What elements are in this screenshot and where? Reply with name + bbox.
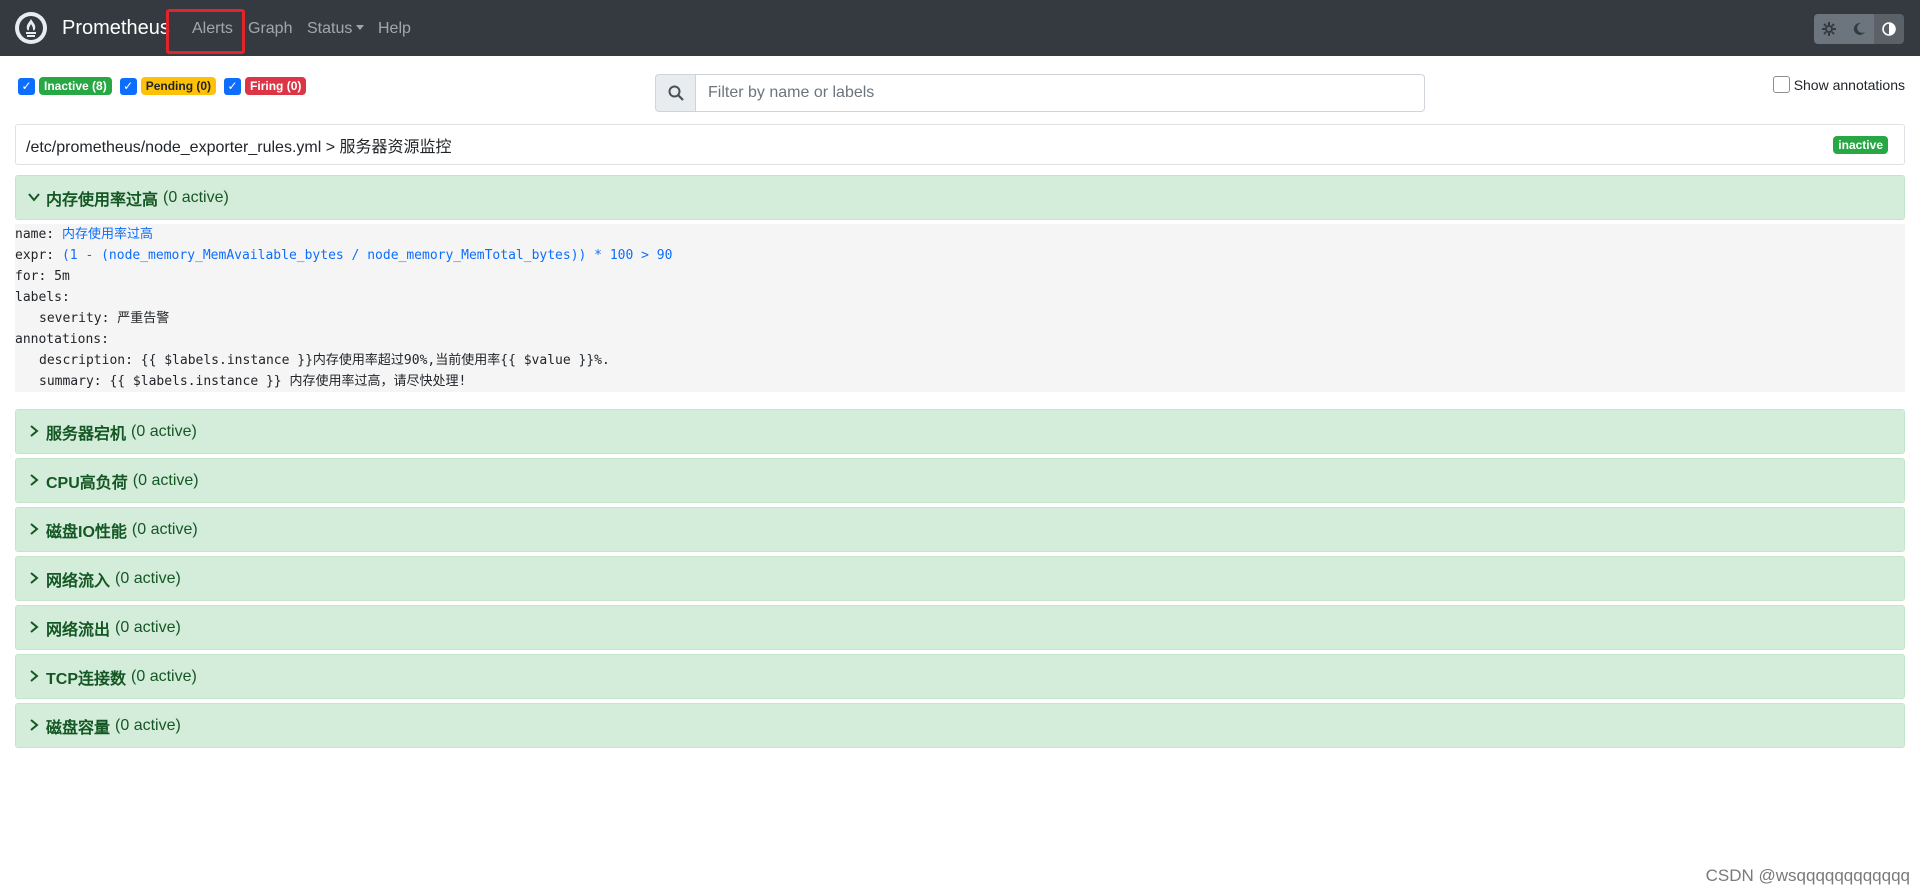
chevron-down-icon: [28, 190, 42, 206]
alert-rule-name: 磁盘容量: [46, 719, 111, 737]
alert-rule-name: 内存使用率过高: [46, 191, 159, 209]
chevron-right-icon: [28, 620, 42, 636]
gear-icon[interactable]: [1814, 14, 1844, 44]
alert-rule-count: (0 active): [115, 618, 181, 636]
rule-summary: summary: {{ $labels.instance }} 内存使用率过高，…: [39, 374, 467, 389]
show-annotations-checkbox[interactable]: [1772, 76, 1790, 93]
highlight-annotation-box: [166, 9, 245, 54]
chevron-right-icon: [28, 669, 42, 685]
rule-group-path: /etc/prometheus/node_exporter_rules.yml …: [26, 138, 452, 156]
alert-rule-row[interactable]: 网络流入 (0 active): [15, 556, 1905, 601]
alert-rule-count: (0 active): [115, 716, 181, 734]
theme-toggle-group: [1814, 14, 1904, 44]
rule-severity: severity: 严重告警: [39, 311, 170, 326]
chevron-right-icon: [28, 718, 42, 734]
alert-rule-name: 服务器宕机: [46, 425, 127, 443]
chevron-right-icon: [28, 424, 42, 440]
search-input[interactable]: [696, 74, 1425, 112]
alert-rule-row[interactable]: 网络流出 (0 active): [15, 605, 1905, 650]
rule-expr-key: expr:: [15, 248, 55, 263]
nav-graph[interactable]: Graph: [248, 18, 292, 40]
rule-group-header: /etc/prometheus/node_exporter_rules.yml …: [15, 124, 1905, 165]
rule-for: for: 5m: [15, 269, 70, 284]
search-bar: [655, 74, 1425, 112]
alert-rule-name: 网络流出: [46, 621, 111, 639]
chevron-right-icon: [28, 571, 42, 587]
pending-badge: Pending (0): [140, 77, 217, 95]
alert-rule-row[interactable]: 磁盘IO性能 (0 active): [15, 507, 1905, 552]
alert-rule-count: (0 active): [132, 471, 199, 489]
caret-down-icon: [356, 25, 365, 30]
rule-definition: name: 内存使用率过高 expr: (1 - (node_memory_Me…: [15, 224, 1905, 392]
alert-rule-row[interactable]: 服务器宕机 (0 active): [15, 409, 1905, 454]
alert-rule-count: (0 active): [131, 667, 197, 685]
show-annotations-label: Show annotations: [1793, 76, 1905, 93]
state-filter-row: ✓ Inactive (8) ✓ Pending (0) ✓ Firing (0…: [18, 77, 310, 95]
firing-checkbox[interactable]: ✓: [224, 77, 242, 95]
chevron-right-icon: [28, 522, 42, 538]
nav-status[interactable]: Status: [307, 18, 365, 40]
alert-rule-count: (0 active): [115, 569, 181, 587]
chevron-right-icon: [28, 473, 42, 489]
contrast-icon[interactable]: [1874, 14, 1904, 44]
inactive-checkbox[interactable]: ✓: [18, 77, 35, 95]
search-icon: [655, 74, 696, 112]
rule-name-link[interactable]: 内存使用率过高: [62, 227, 153, 242]
inactive-badge: Inactive (8): [39, 77, 112, 95]
alert-rule-row[interactable]: 内存使用率过高 (0 active): [15, 175, 1905, 220]
nav-help[interactable]: Help: [378, 18, 411, 40]
brand-title[interactable]: Prometheus: [62, 16, 170, 40]
moon-icon[interactable]: [1844, 14, 1874, 44]
alert-rule-name: 网络流入: [46, 572, 111, 590]
alert-rule-count: (0 active): [163, 188, 229, 206]
alert-rule-name: CPU高负荷: [46, 474, 128, 492]
rule-description: description: {{ $labels.instance }}内存使用率…: [39, 353, 610, 368]
rule-annotations-key: annotations:: [15, 332, 109, 347]
alert-rule-name: 磁盘IO性能: [46, 523, 127, 541]
alert-rule-row[interactable]: 磁盘容量 (0 active): [15, 703, 1905, 748]
rule-expr-link[interactable]: (1 - (node_memory_MemAvailable_bytes / n…: [62, 248, 672, 263]
rule-labels-key: labels:: [15, 290, 70, 305]
nav-status-label: Status: [307, 20, 353, 37]
alert-rule-row[interactable]: TCP连接数 (0 active): [15, 654, 1905, 699]
alert-rule-row[interactable]: CPU高负荷 (0 active): [15, 458, 1905, 503]
show-annotations-toggle[interactable]: Show annotations: [1772, 76, 1905, 93]
alert-rule-count: (0 active): [131, 520, 198, 538]
firing-badge: Firing (0): [245, 77, 307, 95]
alert-rule-count: (0 active): [131, 422, 197, 440]
navbar: Prometheus Alerts Graph Status Help: [0, 0, 1920, 56]
alert-rule-name: TCP连接数: [46, 670, 127, 688]
prometheus-logo-icon[interactable]: [15, 12, 47, 44]
watermark: CSDN @wsqqqqqqqqqqqq: [1705, 866, 1910, 885]
pending-checkbox[interactable]: ✓: [119, 77, 137, 95]
rule-name-key: name:: [15, 227, 55, 242]
group-state-badge: inactive: [1833, 135, 1888, 154]
